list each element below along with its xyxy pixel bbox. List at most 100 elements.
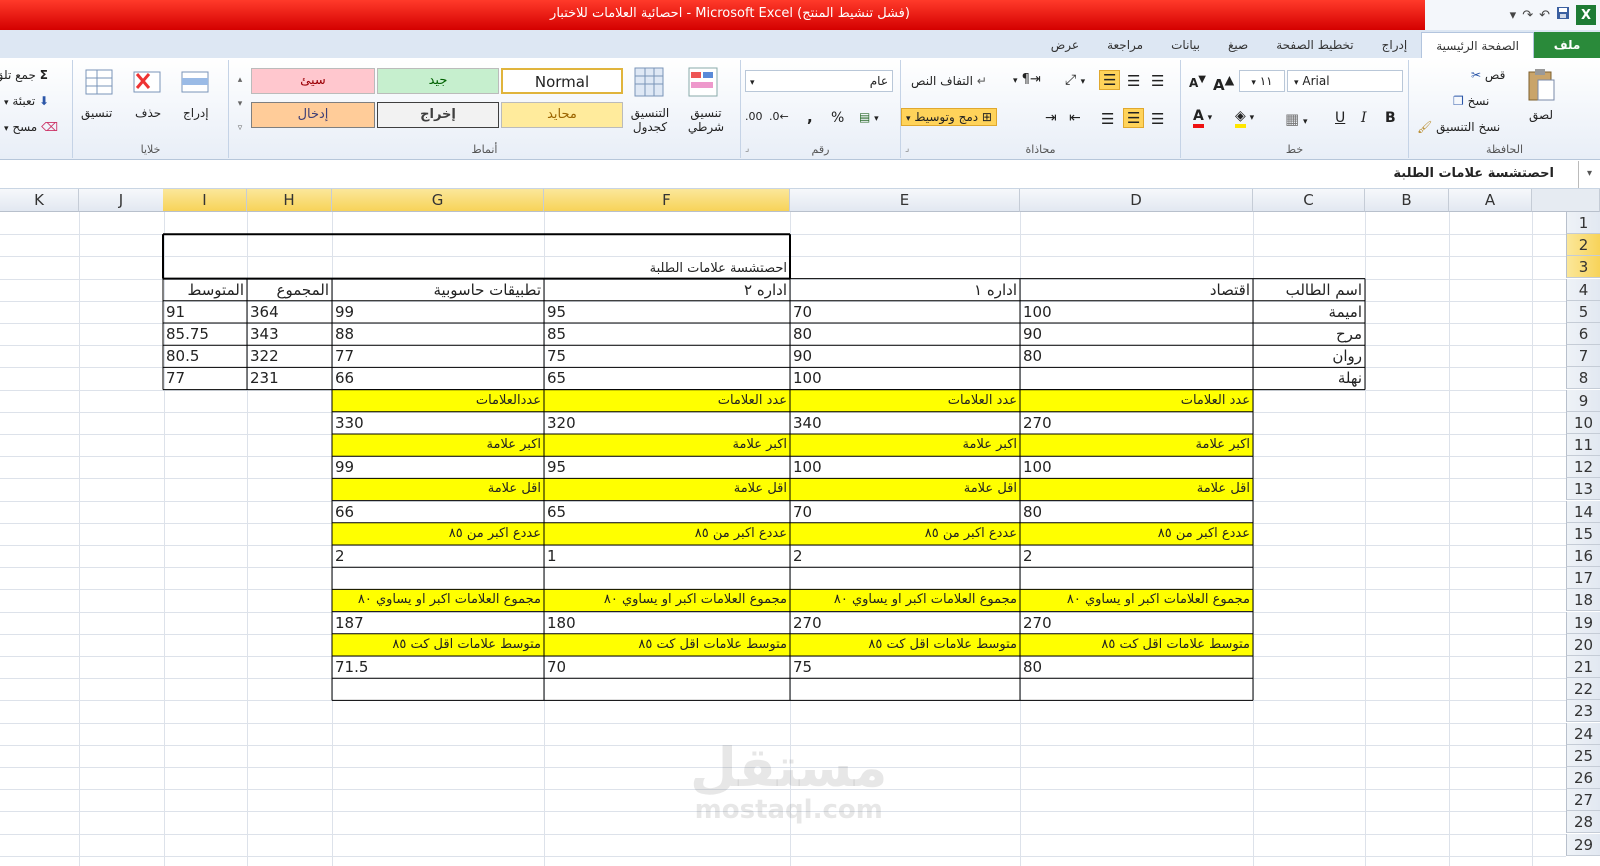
redo-icon[interactable]: ↷: [1522, 8, 1533, 23]
stat-value-cell[interactable]: 270: [1020, 612, 1253, 634]
average-cell[interactable]: 80.5: [163, 345, 247, 367]
stat-value-cell[interactable]: 2: [1020, 545, 1253, 567]
italic-button[interactable]: I: [1361, 110, 1367, 126]
total-cell[interactable]: 364: [247, 301, 332, 323]
stat-label-cell[interactable]: اكبر علامة: [544, 434, 790, 456]
row-header-18[interactable]: 18: [1566, 589, 1600, 612]
apps-cell[interactable]: 99: [332, 301, 544, 323]
header-apps[interactable]: تطبيقات حاسوبية: [332, 279, 544, 301]
stat-label-cell[interactable]: مجموع العلامات اكبر او يساوي ٨٠: [790, 589, 1020, 612]
column-header-h[interactable]: H: [247, 189, 332, 212]
merge-center-button[interactable]: ▾ دمج وتوسيط ⊞: [901, 108, 997, 126]
stat-value-cell[interactable]: 95: [544, 456, 790, 478]
average-cell[interactable]: 77: [163, 367, 247, 389]
row-header-11[interactable]: 11: [1566, 434, 1600, 456]
stat-value-cell[interactable]: 330: [332, 412, 544, 434]
apps-cell[interactable]: 77: [332, 345, 544, 367]
stat-value-cell[interactable]: 270: [790, 612, 1020, 634]
stat-value-cell[interactable]: 320: [544, 412, 790, 434]
delete-button[interactable]: حذف: [135, 106, 161, 120]
save-icon[interactable]: [1556, 6, 1570, 24]
align-center-button[interactable]: ☰: [1123, 108, 1145, 128]
tab-formulas[interactable]: صيغ: [1214, 32, 1262, 58]
row-header-25[interactable]: 25: [1566, 744, 1600, 767]
apps-cell[interactable]: 66: [332, 367, 544, 389]
increase-decimal-button[interactable]: .0←: [769, 110, 789, 123]
admin1-cell[interactable]: 70: [790, 301, 1020, 323]
text-direction-button[interactable]: ▾ ¶⇥: [1013, 72, 1041, 87]
tab-insert[interactable]: إدراج: [1368, 32, 1422, 58]
row-header-20[interactable]: 20: [1566, 633, 1600, 656]
wrap-text-button[interactable]: التفاف النص ↵: [911, 74, 987, 88]
stat-label-cell[interactable]: اكبر علامة: [1020, 434, 1253, 456]
tab-data[interactable]: بيانات: [1157, 32, 1214, 58]
stat-label-cell[interactable]: مجموع العلامات اكبر او يساوي ٨٠: [332, 589, 544, 612]
header-admin1[interactable]: اداره ١: [790, 279, 1020, 301]
stat-label-cell[interactable]: اكبر علامة: [332, 434, 544, 456]
econ-cell[interactable]: 100: [1020, 301, 1253, 323]
delete-cells-icon[interactable]: [131, 66, 163, 98]
row-header-23[interactable]: 23: [1566, 700, 1600, 723]
column-header-i[interactable]: I: [163, 189, 247, 212]
insert-button[interactable]: إدراج: [183, 106, 209, 120]
paste-icon[interactable]: [1525, 68, 1557, 101]
bold-button[interactable]: B: [1385, 110, 1396, 126]
style-output[interactable]: إخراج: [377, 102, 499, 128]
header-admin2[interactable]: اداره ٢: [544, 279, 790, 301]
row-header-5[interactable]: 5: [1566, 300, 1600, 323]
stat-label-cell[interactable]: عددع اكبر من ٨٥: [544, 522, 790, 545]
excel-logo-icon[interactable]: X: [1576, 5, 1596, 25]
stat-label-cell[interactable]: عددع اكبر من ٨٥: [1020, 522, 1253, 545]
stat-label-cell[interactable]: اقل علامة: [332, 478, 544, 501]
paste-button[interactable]: لصق: [1529, 108, 1553, 122]
stat-label-cell[interactable]: عددع اكبر من ٨٥: [332, 522, 544, 545]
row-header-26[interactable]: 26: [1566, 767, 1600, 789]
stat-value-cell[interactable]: 180: [544, 612, 790, 634]
row-header-28[interactable]: 28: [1566, 811, 1600, 834]
font-name-box[interactable]: ▾ Arial: [1287, 70, 1403, 92]
admin2-cell[interactable]: 75: [544, 345, 790, 367]
tab-page-layout[interactable]: تخطيط الصفحة: [1262, 32, 1367, 58]
font-color-button[interactable]: A ▾: [1193, 108, 1212, 128]
apps-cell[interactable]: 88: [332, 323, 544, 345]
stat-label-cell[interactable]: اقل علامة: [544, 478, 790, 501]
student-name-cell[interactable]: اميمة: [1253, 301, 1365, 323]
admin2-cell[interactable]: 65: [544, 367, 790, 389]
format-as-table-icon[interactable]: [633, 66, 665, 98]
row-header-3[interactable]: 3: [1566, 256, 1600, 279]
econ-cell[interactable]: 90: [1020, 323, 1253, 345]
stat-value-cell[interactable]: 66: [332, 501, 544, 523]
expand-formula-bar-icon[interactable]: ▾: [1578, 161, 1600, 188]
clear-button[interactable]: ▾ مسح ⌫: [4, 120, 58, 134]
row-header-24[interactable]: 24: [1566, 722, 1600, 745]
borders-button[interactable]: ▦ ▾: [1285, 110, 1308, 128]
grow-font-button[interactable]: A▲: [1213, 72, 1234, 94]
row-header-13[interactable]: 13: [1566, 478, 1600, 501]
stat-label-cell[interactable]: عددالعلامات: [332, 389, 544, 412]
student-name-cell[interactable]: نهلة: [1253, 367, 1365, 389]
stat-label-cell[interactable]: مجموع العلامات اكبر او يساوي ٨٠: [1020, 589, 1253, 612]
stat-label-cell[interactable]: مجموع العلامات اكبر او يساوي ٨٠: [544, 589, 790, 612]
format-as-table-button[interactable]: التنسيق كجدول: [621, 106, 679, 134]
alignment-launcher-icon[interactable]: ⌟: [905, 144, 909, 154]
decrease-decimal-button[interactable]: .00: [745, 110, 763, 123]
stat-label-cell[interactable]: عددع اكبر من ٨٥: [790, 522, 1020, 545]
row-header-12[interactable]: 12: [1566, 456, 1600, 479]
select-all-corner[interactable]: [1532, 189, 1600, 212]
row-header-4[interactable]: 4: [1566, 278, 1600, 301]
row-header-2[interactable]: 2: [1566, 234, 1600, 257]
econ-cell[interactable]: [1020, 367, 1253, 389]
stat-value-cell[interactable]: 80: [1020, 656, 1253, 678]
fill-button[interactable]: ▾ تعبئة ⬇: [4, 94, 49, 108]
stat-value-cell[interactable]: 75: [790, 656, 1020, 678]
admin1-cell[interactable]: 80: [790, 323, 1020, 345]
style-good[interactable]: جيد: [377, 68, 499, 94]
row-header-15[interactable]: 15: [1566, 522, 1600, 545]
accounting-format-button[interactable]: ▤ ▾: [859, 110, 879, 124]
copy-button[interactable]: ❐ نسخ: [1453, 94, 1489, 108]
column-header-a[interactable]: A: [1449, 189, 1532, 212]
header-avg[interactable]: المتوسط: [163, 279, 247, 301]
style-neutral[interactable]: محايد: [501, 102, 623, 128]
stat-value-cell[interactable]: 2: [332, 545, 544, 567]
row-header-8[interactable]: 8: [1566, 367, 1600, 390]
